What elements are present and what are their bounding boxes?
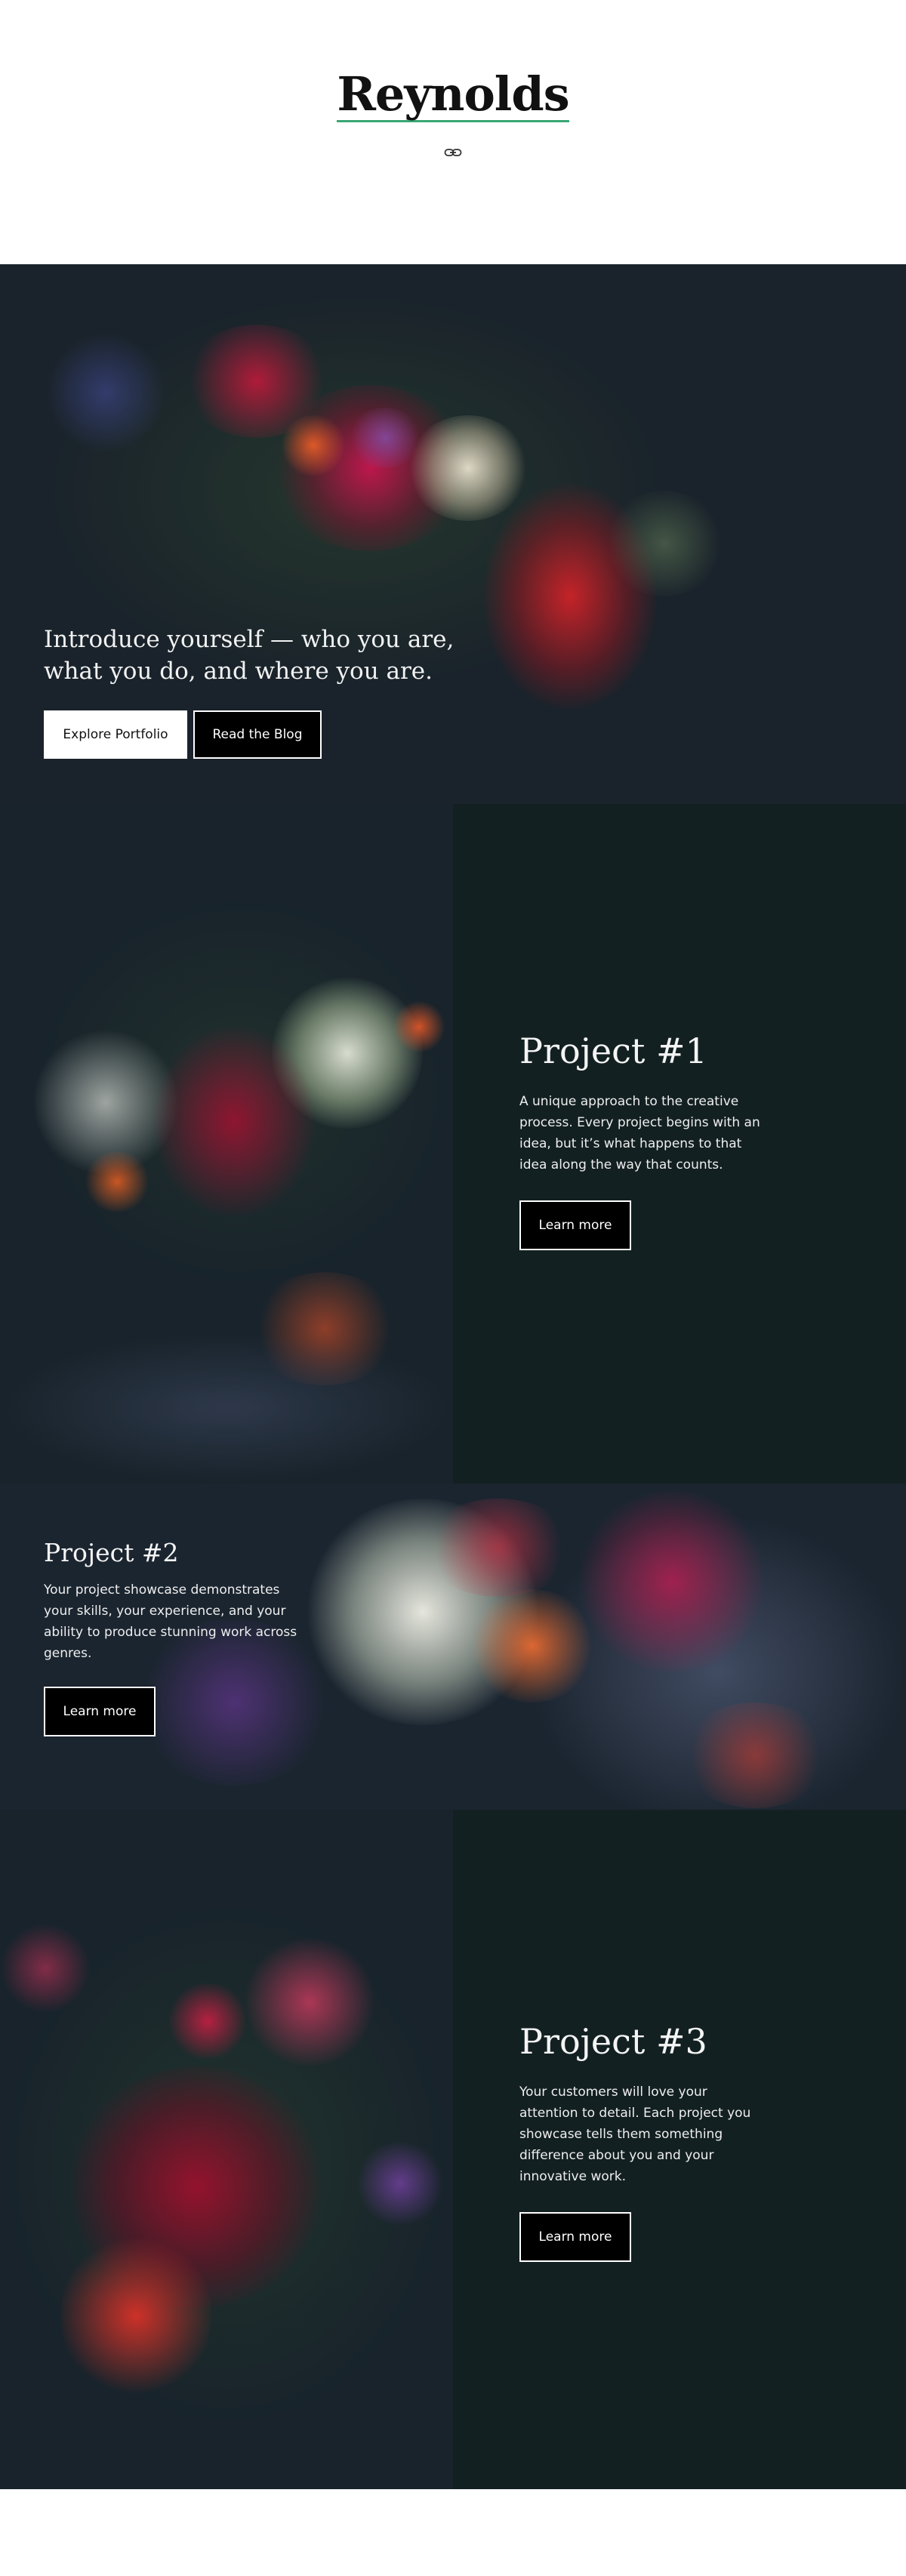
- project-3-image: [0, 1810, 453, 2489]
- project-1-learn-more-button[interactable]: Learn more: [519, 1200, 631, 1250]
- site-title[interactable]: Reynolds: [0, 66, 906, 122]
- project-1-title: Project #1: [519, 1031, 707, 1071]
- project-2-title: Project #2: [44, 1538, 179, 1567]
- project-3-learn-more-button[interactable]: Learn more: [519, 2212, 631, 2262]
- project-1-section: Project #1 A unique approach to the crea…: [0, 804, 906, 1484]
- project-1-image: [0, 804, 453, 1484]
- project-1-description: A unique approach to the creative proces…: [519, 1094, 760, 1172]
- project-3-description: Your customers will love your attention …: [519, 2085, 751, 2184]
- project-2-content: Project #2 Your project showcase demonst…: [44, 1538, 300, 1736]
- site-header: Reynolds: [0, 0, 906, 264]
- project-3-title: Project #3: [519, 2021, 707, 2062]
- project-2-learn-more-button[interactable]: Learn more: [44, 1687, 156, 1736]
- hero-intro-text: Introduce yourself — who you are, what y…: [44, 626, 455, 685]
- project-2-description: Your project showcase demonstrates your …: [44, 1582, 297, 1661]
- read-the-blog-button[interactable]: Read the Blog: [193, 710, 322, 759]
- project-1-content: Project #1 A unique approach to the crea…: [519, 1031, 769, 1250]
- project-3-section: Project #3 Your customers will love your…: [0, 1810, 906, 2489]
- project-2-section: Project #2 Your project showcase demonst…: [0, 1484, 906, 1810]
- footer-area: [0, 2489, 906, 2576]
- explore-portfolio-button[interactable]: Explore Portfolio: [44, 710, 187, 759]
- project-3-content: Project #3 Your customers will love your…: [519, 2021, 769, 2262]
- hero-section: Introduce yourself — who you are, what y…: [0, 264, 906, 804]
- link-icon[interactable]: [444, 146, 462, 159]
